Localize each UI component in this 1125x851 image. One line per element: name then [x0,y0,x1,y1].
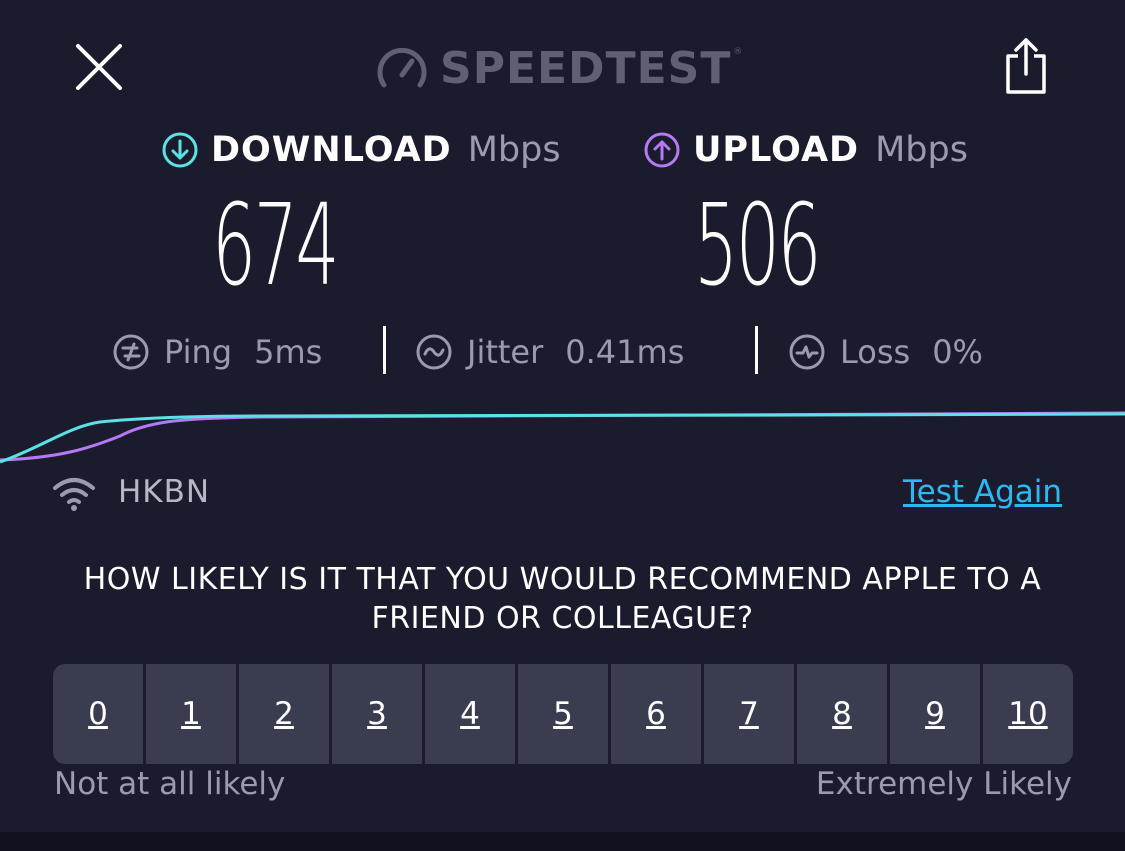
brand-name: SPEEDTEST [440,42,732,94]
scale-high-label: Extremely Likely [815,766,1072,802]
close-button[interactable] [74,42,124,92]
ping-icon [113,334,149,370]
rating-option-8[interactable]: 8 [797,664,887,764]
rating-option-10[interactable]: 10 [983,664,1073,764]
rating-option-1[interactable]: 1 [146,664,236,764]
close-icon [76,44,122,90]
speed-graph [0,411,1125,464]
test-again-link[interactable]: Test Again [903,474,1062,510]
download-label: DOWNLOAD [211,130,452,170]
survey-question: HOW LIKELY IS IT THAT YOU WOULD RECOMMEN… [83,562,1042,636]
rating-scale: 0 1 2 3 4 5 6 7 8 9 10 [53,664,1073,764]
upload-value: 506 [694,181,822,311]
loss-label: Loss [840,333,911,371]
upload-arrow-icon [644,132,680,168]
loss-icon [789,334,825,370]
jitter-stat: Jitter 0.41ms [415,330,684,374]
rating-option-4[interactable]: 4 [425,664,515,764]
ping-stat: Ping 5ms [112,330,322,374]
bottom-bar [0,832,1125,851]
wifi-icon [53,478,95,511]
jitter-label: Jitter [467,333,544,371]
ping-label: Ping [164,333,233,371]
speedtest-logo: SPEEDTEST ® [376,40,752,96]
upload-unit: Mbps [875,130,968,170]
share-icon [1006,38,1046,94]
loss-value: 0% [932,333,983,371]
rating-option-6[interactable]: 6 [611,664,701,764]
loss-stat: Loss 0% [788,330,983,374]
ping-value: 5ms [254,333,323,371]
upload-graph-line [0,411,1125,462]
jitter-icon [416,334,452,370]
download-unit: Mbps [467,130,561,170]
wifi-indicator [52,476,96,512]
rating-option-9[interactable]: 9 [890,664,980,764]
isp-name: HKBN [118,474,211,510]
download-value: 674 [212,181,340,311]
rating-option-5[interactable]: 5 [518,664,608,764]
share-button[interactable] [1000,36,1052,96]
upload-header: UPLOAD Mbps [643,130,968,170]
brand-mark: ® [733,47,743,57]
rating-option-0[interactable]: 0 [53,664,143,764]
download-header: DOWNLOAD Mbps [161,130,561,170]
scale-low-label: Not at all likely [54,766,286,802]
rating-option-3[interactable]: 3 [332,664,422,764]
rating-option-7[interactable]: 7 [704,664,794,764]
jitter-value: 0.41ms [565,333,685,371]
stat-divider [755,326,758,374]
download-arrow-icon [162,132,198,168]
upload-label: UPLOAD [693,130,860,170]
rating-option-2[interactable]: 2 [239,664,329,764]
stat-divider [383,326,386,374]
gauge-icon [377,47,427,88]
